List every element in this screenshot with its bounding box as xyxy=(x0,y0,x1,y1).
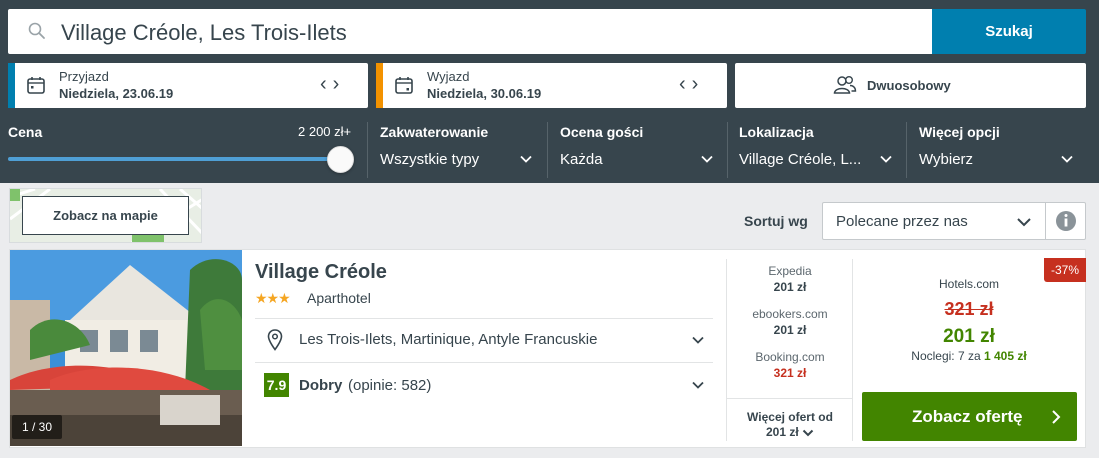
checkin-stripe xyxy=(8,63,15,108)
photo-counter: 1 / 30 xyxy=(12,415,62,439)
partner-offer[interactable]: ebookers.com 201 zł xyxy=(730,307,850,337)
column-divider xyxy=(852,259,853,441)
location-pin-icon xyxy=(267,329,283,351)
checkout-stripe xyxy=(376,63,383,108)
star-rating: ★★★ xyxy=(255,290,291,306)
search-input[interactable]: Village Créole, Les Trois-Ilets xyxy=(8,9,932,54)
more-options-filter-value[interactable]: Wybierz xyxy=(919,151,973,168)
column-divider xyxy=(726,259,727,441)
location-filter-label: Lokalizacja xyxy=(739,124,814,140)
view-deal-button[interactable]: Zobacz ofertę xyxy=(862,392,1077,441)
checkin-label: Przyjazd xyxy=(59,69,109,84)
calendar-icon xyxy=(395,77,413,94)
view-deal-label: Zobacz ofertę xyxy=(912,407,1023,426)
partner-price: 321 zł xyxy=(773,366,807,380)
show-map-button[interactable]: Zobacz na mapie xyxy=(22,196,189,235)
chevron-down-icon[interactable] xyxy=(700,152,714,166)
sort-select[interactable]: Polecane przez nas xyxy=(822,202,1046,240)
checkin-next-button[interactable]: › xyxy=(333,73,346,95)
checkout-next-button[interactable]: › xyxy=(692,73,705,95)
hotel-location: Les Trois-Ilets, Martinique, Antyle Fran… xyxy=(299,331,598,348)
rating-word: Dobry xyxy=(299,377,343,394)
sort-value: Polecane przez nas xyxy=(836,213,968,230)
chevron-down-icon[interactable] xyxy=(691,333,705,347)
room-type-label: Dwuosobowy xyxy=(867,78,951,93)
price-max-value: 2 200 zł+ xyxy=(298,124,352,139)
price-slider-track[interactable] xyxy=(8,157,342,161)
accommodation-filter-label: Zakwaterowanie xyxy=(380,124,489,140)
partner-offer[interactable]: Booking.com 321 zł xyxy=(730,350,850,380)
price-slider-handle[interactable] xyxy=(327,146,354,173)
guest-rating-filter-label: Ocena gości xyxy=(560,124,644,140)
filter-divider xyxy=(367,122,368,178)
partner-name: Expedia xyxy=(768,264,812,278)
sort-info-button[interactable] xyxy=(1045,202,1086,240)
partner-name: Booking.com xyxy=(755,350,825,364)
deal-provider: Hotels.com xyxy=(938,277,1000,291)
more-options-filter-label: Więcej opcji xyxy=(919,124,1000,140)
nights-total: Noclegi: 7 za 1 405 zł xyxy=(862,349,1076,363)
filter-divider xyxy=(727,122,728,178)
hotel-type: Aparthotel xyxy=(307,290,371,306)
chevron-down-icon[interactable] xyxy=(879,152,893,166)
partner-price: 201 zł xyxy=(773,323,807,337)
price-filter-label: Cena xyxy=(8,124,43,140)
more-offers-label: Więcej ofert od xyxy=(747,410,833,424)
chevron-down-icon[interactable] xyxy=(691,378,705,392)
partner-price: 201 zł xyxy=(773,280,807,294)
divider xyxy=(727,398,852,399)
filter-divider xyxy=(547,122,548,178)
room-type-selector[interactable]: Dwuosobowy xyxy=(735,63,1086,108)
accommodation-filter-value[interactable]: Wszystkie typy xyxy=(380,151,479,168)
search-button[interactable]: Szukaj xyxy=(932,9,1086,54)
search-header: Village Créole, Les Trois-Ilets Szukaj P… xyxy=(0,0,1099,183)
partner-offer[interactable]: Expedia 201 zł xyxy=(730,264,850,294)
checkout-date-field[interactable]: Wyjazd Niedziela, 30.06.19 ‹› xyxy=(376,63,727,108)
checkin-value: Niedziela, 23.06.19 xyxy=(59,86,174,101)
checkin-date-field[interactable]: Przyjazd Niedziela, 23.06.19 ‹› xyxy=(8,63,368,108)
partner-name: ebookers.com xyxy=(752,307,828,321)
chevron-down-icon[interactable] xyxy=(519,152,533,166)
calendar-icon xyxy=(27,77,45,94)
chevron-down-icon xyxy=(802,429,814,437)
divider xyxy=(255,318,713,319)
filter-divider xyxy=(906,122,907,178)
sort-label: Sortuj wg xyxy=(744,213,808,229)
chevron-right-icon xyxy=(1052,410,1061,424)
more-offers-button[interactable]: Więcej ofert od 201 zł xyxy=(730,410,850,440)
checkout-prev-button[interactable]: ‹ xyxy=(679,73,692,95)
location-filter-value[interactable]: Village Créole, L... xyxy=(739,151,861,168)
checkout-value: Niedziela, 30.06.19 xyxy=(427,86,542,101)
checkin-prev-button[interactable]: ‹ xyxy=(320,73,333,95)
deal-price: 201 zł xyxy=(943,326,995,347)
guest-rating-filter-value[interactable]: Każda xyxy=(560,151,603,168)
divider xyxy=(255,362,713,363)
old-price: 321 zł xyxy=(944,299,994,319)
more-offers-price: 201 zł xyxy=(765,425,799,439)
info-icon xyxy=(1056,211,1076,231)
rating-count: (opinie: 582) xyxy=(348,377,432,394)
nights-total-price: 1 405 zł xyxy=(984,349,1027,363)
people-icon xyxy=(833,76,857,94)
checkout-label: Wyjazd xyxy=(427,69,470,84)
hotel-name[interactable]: Village Créole xyxy=(255,261,387,284)
nights-prefix: Noclegi: 7 za xyxy=(911,349,981,363)
search-icon xyxy=(28,22,45,39)
rating-score-badge: 7.9 xyxy=(264,373,289,397)
search-query[interactable]: Village Créole, Les Trois-Ilets xyxy=(61,20,347,46)
chevron-down-icon xyxy=(1017,218,1031,227)
chevron-down-icon[interactable] xyxy=(1060,152,1074,166)
